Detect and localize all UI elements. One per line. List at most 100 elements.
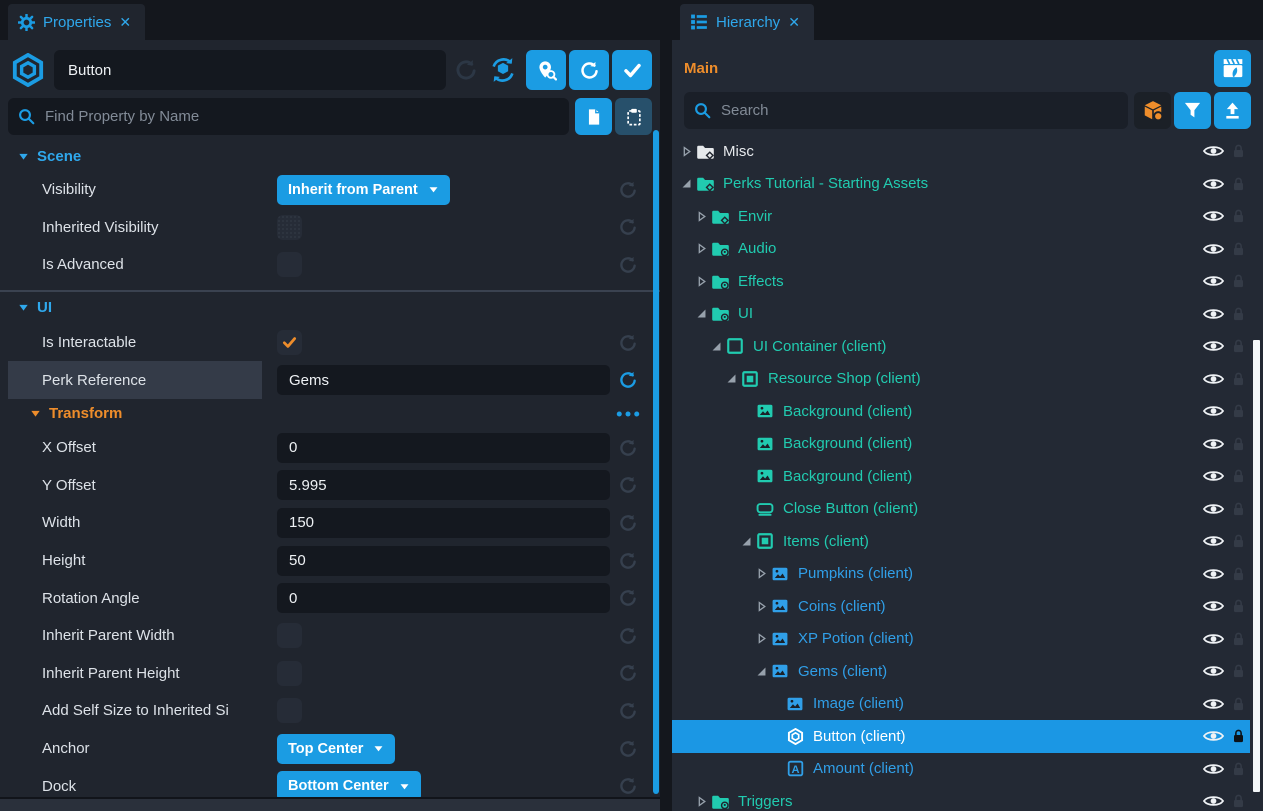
undo-icon[interactable] <box>607 371 649 389</box>
expander-expanded-icon[interactable] <box>678 178 694 189</box>
tree-row[interactable]: Close Button (client) <box>672 493 1250 526</box>
lock-unlocked-icon[interactable] <box>1229 501 1247 517</box>
undo-icon[interactable] <box>607 777 649 795</box>
tree-row[interactable]: Gems (client) <box>672 655 1250 688</box>
tree-row[interactable]: XP Potion (client) <box>672 623 1250 656</box>
expander-expanded-icon[interactable] <box>723 373 739 384</box>
eye-icon[interactable] <box>1202 307 1224 321</box>
undo-icon[interactable] <box>607 664 649 682</box>
expander-collapsed-icon[interactable] <box>693 276 709 287</box>
undo-icon[interactable] <box>607 552 649 570</box>
eye-icon[interactable] <box>1202 339 1224 353</box>
expander-expanded-icon[interactable] <box>693 308 709 319</box>
filter-button[interactable] <box>1174 92 1211 129</box>
tree-row[interactable]: Coins (client) <box>672 590 1250 623</box>
close-icon[interactable]: ✕ <box>119 15 131 29</box>
eye-icon[interactable] <box>1202 144 1224 158</box>
expander-collapsed-icon[interactable] <box>753 601 769 612</box>
section-expander-icon[interactable] <box>30 408 41 419</box>
tree-row[interactable]: Misc <box>672 135 1250 168</box>
undo-icon[interactable] <box>607 702 649 720</box>
width-input[interactable] <box>277 508 610 538</box>
eye-icon[interactable] <box>1202 599 1224 613</box>
section-scene[interactable]: Scene <box>0 141 660 171</box>
lock-unlocked-icon[interactable] <box>1229 371 1247 387</box>
undo-icon[interactable] <box>607 218 649 236</box>
tree-row[interactable]: Image (client) <box>672 688 1250 721</box>
lock-unlocked-icon[interactable] <box>1229 176 1247 192</box>
assets-button[interactable] <box>1134 92 1171 129</box>
section-expander-icon[interactable] <box>18 302 29 313</box>
sync-asset-icon[interactable] <box>486 56 520 84</box>
eye-icon[interactable] <box>1202 372 1224 386</box>
expander-expanded-icon[interactable] <box>738 536 754 547</box>
properties-scrollbar[interactable] <box>653 130 659 794</box>
y-offset-input[interactable] <box>277 470 610 500</box>
undo-icon[interactable] <box>607 589 649 607</box>
expander-collapsed-icon[interactable] <box>753 633 769 644</box>
lock-unlocked-icon[interactable] <box>1229 663 1247 679</box>
undo-icon[interactable] <box>607 476 649 494</box>
inherit-parent-width-checkbox[interactable] <box>277 623 302 648</box>
tree-row[interactable]: UI <box>672 298 1250 331</box>
section-ui[interactable]: UI <box>0 290 660 324</box>
eye-icon[interactable] <box>1202 762 1224 776</box>
section-expander-icon[interactable] <box>18 151 29 162</box>
expander-expanded-icon[interactable] <box>708 341 724 352</box>
lock-unlocked-icon[interactable] <box>1229 631 1247 647</box>
upload-button[interactable] <box>1214 92 1251 129</box>
copy-properties-button[interactable] <box>575 98 612 135</box>
section-transform[interactable]: Transform <box>0 399 660 429</box>
tree-row[interactable]: Perks Tutorial - Starting Assets <box>672 168 1250 201</box>
tree-row[interactable]: Pumpkins (client) <box>672 558 1250 591</box>
inherit-parent-height-checkbox[interactable] <box>277 661 302 686</box>
lock-unlocked-icon[interactable] <box>1229 143 1247 159</box>
eye-icon[interactable] <box>1202 567 1224 581</box>
lock-unlocked-icon[interactable] <box>1229 436 1247 452</box>
height-input[interactable] <box>277 546 610 576</box>
apply-button[interactable] <box>612 50 652 90</box>
eye-icon[interactable] <box>1202 664 1224 678</box>
tree-row[interactable]: Triggers <box>672 785 1250 811</box>
visibility-dropdown[interactable]: Inherit from Parent <box>277 175 450 205</box>
lock-unlocked-icon[interactable] <box>1229 533 1247 549</box>
eye-icon[interactable] <box>1202 697 1224 711</box>
expander-collapsed-icon[interactable] <box>693 796 709 807</box>
revert-button[interactable] <box>569 50 609 90</box>
eye-icon[interactable] <box>1202 177 1224 191</box>
inherited-visibility-checkbox[interactable] <box>277 215 302 240</box>
eye-icon[interactable] <box>1202 632 1224 646</box>
undo-icon[interactable] <box>607 439 649 457</box>
eye-icon[interactable] <box>1202 729 1224 743</box>
lock-unlocked-icon[interactable] <box>1229 241 1247 257</box>
eye-icon[interactable] <box>1202 469 1224 483</box>
expander-collapsed-icon[interactable] <box>753 568 769 579</box>
lock-unlocked-icon[interactable] <box>1229 273 1247 289</box>
eye-icon[interactable] <box>1202 502 1224 516</box>
lock-unlocked-icon[interactable] <box>1229 306 1247 322</box>
tree-row[interactable]: Background (client) <box>672 460 1250 493</box>
lock-unlocked-icon[interactable] <box>1229 793 1247 809</box>
eye-icon[interactable] <box>1202 274 1224 288</box>
expander-collapsed-icon[interactable] <box>693 243 709 254</box>
tree-row[interactable]: Background (client) <box>672 395 1250 428</box>
expander-expanded-icon[interactable] <box>753 666 769 677</box>
eye-icon[interactable] <box>1202 209 1224 223</box>
lock-unlocked-icon[interactable] <box>1229 338 1247 354</box>
eye-icon[interactable] <box>1202 437 1224 451</box>
tab-hierarchy[interactable]: Hierarchy ✕ <box>680 4 814 40</box>
perk-reference-input[interactable] <box>277 365 610 395</box>
tree-row[interactable]: Envir <box>672 200 1250 233</box>
add-self-size-to-inherited-si-checkbox[interactable] <box>277 698 302 723</box>
undo-icon[interactable] <box>607 334 649 352</box>
world-capture-button[interactable] <box>1214 50 1251 87</box>
lock-unlocked-icon[interactable] <box>1229 566 1247 582</box>
eye-icon[interactable] <box>1202 242 1224 256</box>
expander-collapsed-icon[interactable] <box>693 211 709 222</box>
tree-row[interactable]: Button (client) <box>672 720 1250 753</box>
panel-divider[interactable] <box>660 0 672 811</box>
tree-row[interactable]: Items (client) <box>672 525 1250 558</box>
lock-unlocked-icon[interactable] <box>1229 468 1247 484</box>
rotation-angle-input[interactable] <box>277 583 610 613</box>
tree-row[interactable]: Background (client) <box>672 428 1250 461</box>
